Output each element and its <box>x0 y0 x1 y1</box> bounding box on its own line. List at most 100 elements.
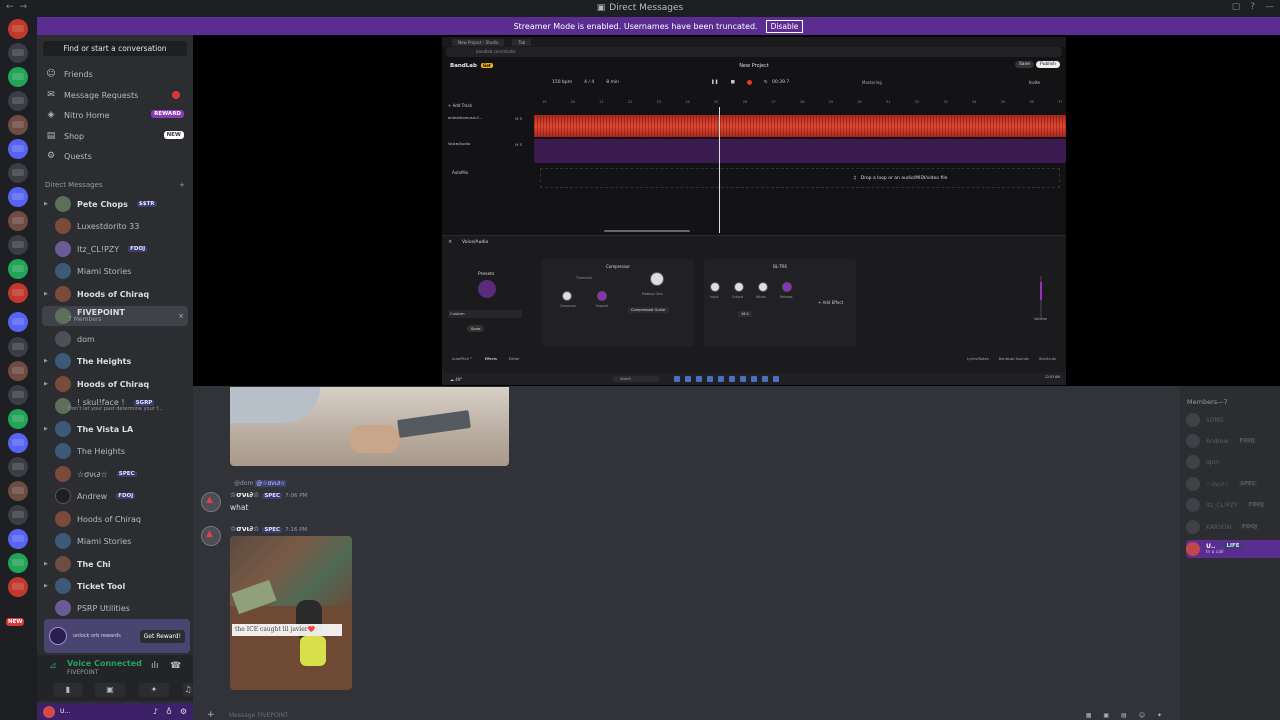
autopitch-tab[interactable]: AutoPitch™ <box>452 357 473 361</box>
output-knob[interactable] <box>734 282 744 292</box>
threshold-knob[interactable] <box>562 291 572 301</box>
volume-slider[interactable] <box>1040 276 1042 320</box>
shortcuts-tab[interactable]: Shortcuts <box>1039 357 1056 361</box>
apps-icon[interactable]: ✦ <box>1157 712 1162 719</box>
close-icon[interactable]: × <box>178 312 184 320</box>
minimize-icon[interactable]: — <box>1265 2 1274 12</box>
activities-button[interactable]: ✦ <box>139 683 169 697</box>
server-icon[interactable] <box>8 361 28 381</box>
editor-tab[interactable]: Editor <box>509 357 520 361</box>
dm-item[interactable]: Itz_CL!PZY FDOJ <box>42 239 188 259</box>
member-item[interactable]: ☆σνι∂☆ SPEC <box>1186 476 1280 492</box>
ratio-knob[interactable] <box>597 291 607 301</box>
server-icon[interactable] <box>8 312 28 332</box>
app-icon[interactable] <box>718 376 724 382</box>
reply-mention[interactable]: @☆σνι∂☆ <box>255 480 287 487</box>
message-input[interactable]: Message FIVEPOINT <box>229 712 289 719</box>
voice-channel[interactable]: FIVEPOINT <box>67 669 98 676</box>
message-avatar[interactable] <box>201 526 221 546</box>
add-track-button[interactable]: + Add Track <box>448 103 472 108</box>
message-composer[interactable]: + Message FIVEPOINT ▦ ▣ ▤ ☺ ✦ <box>193 710 1180 720</box>
member-item[interactable]: KARSON FDOJ <box>1186 519 1280 535</box>
dm-item[interactable]: ▶ The Vista LA <box>42 419 188 439</box>
makeup-gain-knob[interactable] <box>650 272 664 286</box>
noise-suppression-icon[interactable]: ılı <box>151 661 159 671</box>
mastering-button[interactable]: Mastering <box>862 80 882 85</box>
message-image[interactable]: the ICE caught lil javier❤️ <box>230 536 352 690</box>
dm-item[interactable]: Hoods of Chiraq <box>42 509 188 529</box>
back-icon[interactable]: ← <box>6 2 14 12</box>
server-icon[interactable] <box>8 115 28 135</box>
server-icon[interactable] <box>8 457 28 477</box>
dm-item[interactable]: ! skul!face ! SGRP Don't let your past det… <box>42 396 188 416</box>
headphones-icon[interactable]: ♁ <box>166 707 172 716</box>
reply-preview[interactable]: @dom @☆σνι∂☆ <box>234 480 287 487</box>
save-button[interactable]: Save <box>1014 61 1034 68</box>
server-icon[interactable] <box>8 337 28 357</box>
get-reward-button[interactable]: Get Reward! <box>139 629 185 643</box>
taskbar-search[interactable]: Search <box>612 376 660 382</box>
automix-label[interactable]: AutoMix <box>452 170 468 175</box>
app-icon[interactable] <box>696 376 702 382</box>
server-icon[interactable] <box>8 409 28 429</box>
sounds-tab[interactable]: BandLab Sounds <box>999 357 1029 361</box>
server-icon[interactable] <box>8 433 28 453</box>
server-icon[interactable] <box>8 67 28 87</box>
help-icon[interactable]: ? <box>1250 2 1255 12</box>
taskbar-clock[interactable]: 12:53 AM <box>1045 375 1060 379</box>
invite-button[interactable]: Invite <box>1029 80 1040 85</box>
server-icon[interactable] <box>8 505 28 525</box>
dm-item[interactable]: ▶ The Chi <box>42 554 188 574</box>
member-item[interactable]: Andrew FDOJ <box>1186 433 1280 449</box>
attack-knob[interactable] <box>758 282 768 292</box>
server-icon[interactable] <box>8 163 28 183</box>
ratio-select[interactable]: 16:1 <box>738 311 753 317</box>
member-item[interactable]: Itz_CL!PZY FDOJ <box>1186 497 1280 513</box>
server-icon[interactable] <box>8 235 28 255</box>
browser-tab[interactable]: New Project - Studio <box>452 38 505 46</box>
server-icon[interactable] <box>8 283 28 303</box>
home-icon[interactable] <box>8 19 28 39</box>
server-icon[interactable] <box>8 91 28 111</box>
dm-item[interactable]: ☆σνι∂☆ SPEC <box>42 464 188 484</box>
nav-message-requests[interactable]: ✉ Message Requests <box>42 86 188 104</box>
effects-tab[interactable]: Effects <box>485 357 497 361</box>
emoji-icon[interactable]: ☺ <box>1139 712 1145 719</box>
server-icon[interactable] <box>8 481 28 501</box>
bpm-display[interactable]: 150 bpm <box>552 80 572 85</box>
app-icon[interactable] <box>707 376 713 382</box>
server-icon[interactable] <box>8 187 28 207</box>
app-icon[interactable] <box>773 376 779 382</box>
preset-image[interactable] <box>478 280 496 298</box>
server-icon[interactable] <box>8 139 28 159</box>
user-avatar[interactable] <box>43 705 55 718</box>
bandlab-window[interactable]: New Project - Studio Tab bandlab.com/stud… <box>442 37 1066 385</box>
message-author[interactable]: ☆σνι∂☆ <box>230 525 259 533</box>
dm-item[interactable]: ▶ Hoods of Chiraq <box>42 284 188 304</box>
lyrics-tab[interactable]: Lyrics/Notes <box>967 357 989 361</box>
compressor-preset-select[interactable]: Compressed Guitar <box>628 307 669 313</box>
sticker-icon[interactable]: ▤ <box>1121 712 1127 719</box>
dm-item[interactable]: Andrew FDOJ <box>42 486 188 506</box>
loop-icon[interactable]: ↻ <box>764 80 768 85</box>
voice-status[interactable]: Voice Connected <box>67 659 142 668</box>
app-icon[interactable] <box>740 376 746 382</box>
close-icon[interactable]: × <box>448 239 452 245</box>
length-display[interactable]: 8 min <box>606 80 619 85</box>
address-bar[interactable]: bandlab.com/studio <box>446 47 1062 57</box>
member-item-active[interactable]: U.. LIFE In a call <box>1186 540 1280 558</box>
gift-icon[interactable]: ▦ <box>1086 712 1092 719</box>
dm-item[interactable]: Miami Stories <box>42 261 188 281</box>
app-icon[interactable] <box>729 376 735 382</box>
forward-icon[interactable]: → <box>20 2 28 12</box>
gif-icon[interactable]: ▣ <box>1103 712 1109 719</box>
find-conversation-input[interactable]: Find or start a conversation <box>43 41 187 56</box>
server-icon[interactable] <box>8 553 28 573</box>
input-knob[interactable] <box>710 282 720 292</box>
server-icon[interactable] <box>8 577 28 597</box>
dm-item[interactable]: Luxestdorito 33 <box>42 216 188 236</box>
app-icon[interactable] <box>762 376 768 382</box>
mic-icon[interactable]: ♪ <box>153 707 158 716</box>
message-author[interactable]: ☆σνι∂☆ <box>230 491 259 499</box>
dm-item[interactable]: The Heights <box>42 441 188 461</box>
